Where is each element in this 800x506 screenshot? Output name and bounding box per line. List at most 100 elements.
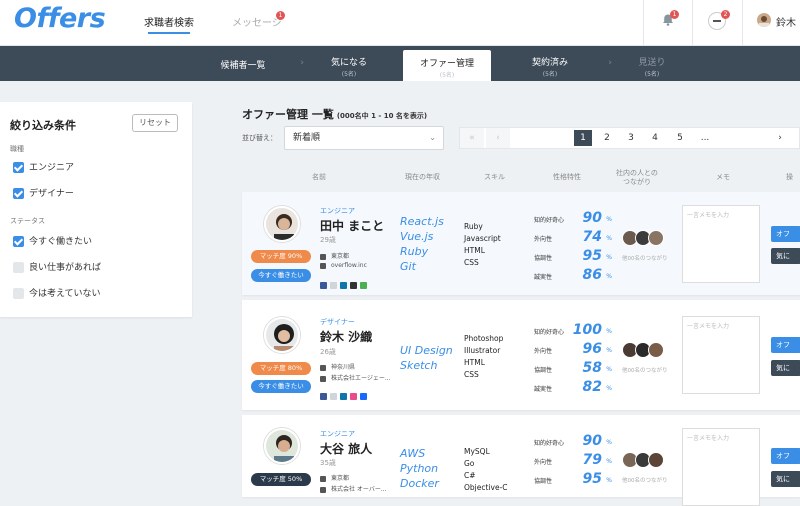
tab-label: 見送り — [638, 58, 666, 68]
skill: MySQL — [464, 447, 490, 456]
skill: CSS — [464, 258, 479, 267]
trait-label: 誠実性 — [534, 386, 553, 393]
twitter-icon[interactable] — [330, 393, 337, 400]
prev-page-icon[interactable]: ‹ — [486, 128, 510, 148]
page-button[interactable]: 2 — [597, 128, 617, 148]
linkedin-icon[interactable] — [340, 282, 347, 289]
candidate-name[interactable]: 鈴木 沙織 — [320, 328, 372, 345]
offer-button[interactable]: オフ — [771, 226, 800, 242]
percent-sign: % — [606, 477, 612, 484]
title-text: オファー管理 一覧 — [242, 108, 334, 121]
candidate-name[interactable]: 田中 まこと — [320, 217, 384, 234]
interested-button[interactable]: 気に — [771, 248, 800, 264]
trait-value: 96 — [582, 341, 602, 357]
dribbble-icon[interactable] — [350, 393, 357, 400]
tab-offer-management[interactable]: オファー管理 (5名) — [403, 50, 491, 81]
candidate-avatar — [264, 317, 300, 353]
offer-button[interactable]: オフ — [771, 448, 800, 464]
tab-declined[interactable]: 見送り (5名) — [604, 46, 700, 81]
match-badge: マッチ度 80% — [251, 362, 311, 375]
checkbox-checked[interactable] — [13, 162, 24, 173]
offer-button[interactable]: オフ — [771, 337, 800, 353]
facebook-icon[interactable] — [320, 393, 327, 400]
facebook-icon[interactable] — [320, 282, 327, 289]
candidate-name[interactable]: 大谷 旅人 — [320, 440, 372, 457]
percent-sign: % — [606, 385, 612, 392]
page-button[interactable]: 5 — [670, 128, 690, 148]
col-skill: スキル — [484, 173, 505, 181]
tab-count: (5名) — [439, 72, 455, 79]
trait-label: 外向性 — [534, 348, 553, 355]
skill: Python — [400, 462, 439, 475]
behance-icon[interactable] — [360, 393, 367, 400]
main-skills: UI Design Sketch — [400, 343, 453, 373]
interested-button[interactable]: 気に — [771, 471, 800, 487]
nav-messages[interactable]: メッセージ — [232, 14, 282, 29]
logo[interactable]: Offers — [14, 3, 106, 34]
chevron-down-icon: ⌄ — [429, 133, 436, 142]
nav-search-label: 求職者検索 — [144, 18, 194, 29]
page-button-current[interactable]: 1 — [574, 130, 592, 146]
nav-candidate-search[interactable]: 求職者検索 — [144, 14, 194, 34]
percent-sign: % — [606, 273, 612, 280]
candidate-location: 東京都 — [320, 473, 349, 482]
col-trait: 性格特性 — [553, 173, 581, 181]
sort-select[interactable]: 新着順 ⌄ — [284, 126, 444, 150]
candidate-location: 東京都 — [320, 251, 349, 260]
candidate-card[interactable]: マッチ度 50% エンジニア 大谷 旅人 35歳 東京都 株式会社 オーバー..… — [242, 415, 800, 506]
building-icon — [320, 486, 326, 493]
tab-candidates[interactable]: 候補者一覧 › — [190, 46, 304, 81]
location-text: 東京都 — [331, 253, 350, 260]
trait-row: 誠実性 86% — [534, 267, 612, 285]
checkbox-label: 今は考えていない — [29, 289, 101, 299]
candidate-location: 神奈川県 — [320, 362, 355, 371]
tab-contracted[interactable]: 契約済み (5名) › — [496, 46, 612, 81]
company-badge: 2 — [721, 10, 730, 19]
main-skills: React.js Vue.js Ruby Git — [400, 214, 444, 274]
twitter-icon[interactable] — [330, 282, 337, 289]
trait-value: 74 — [582, 229, 602, 245]
checkbox-checked[interactable] — [13, 236, 24, 247]
interested-button[interactable]: 気に — [771, 360, 800, 376]
memo-textarea[interactable]: 一言メモを入力 — [682, 205, 760, 283]
page-button[interactable]: 3 — [621, 128, 641, 148]
memo-textarea[interactable]: 一言メモを入力 — [682, 316, 760, 394]
checkbox-checked[interactable] — [13, 188, 24, 199]
friend-avatar — [648, 452, 664, 468]
tab-count: (5名) — [542, 71, 558, 78]
candidate-card[interactable]: マッチ度 80% 今すぐ働きたい デザイナー 鈴木 沙織 26歳 神奈川県 株式… — [242, 300, 800, 410]
next-page-icon[interactable]: › — [770, 128, 790, 148]
col-annual-income: 現在の年収 — [405, 173, 440, 181]
sub-skills: MySQL Go C# Objective-C — [464, 446, 508, 494]
location-pin-icon — [320, 364, 326, 371]
checkbox-unchecked[interactable] — [13, 288, 24, 299]
user-name[interactable]: 鈴木 — [776, 14, 796, 29]
trait-row: 誠実性 82% — [534, 379, 612, 397]
tab-interested[interactable]: 気になる (5名) › — [296, 46, 410, 81]
linkedin-icon[interactable] — [340, 393, 347, 400]
divider — [692, 0, 693, 46]
page-button[interactable]: 4 — [645, 128, 665, 148]
memo-textarea[interactable]: 一言メモを入力 — [682, 428, 760, 506]
percent-sign: % — [606, 216, 612, 223]
candidate-card[interactable]: マッチ度 90% 今すぐ働きたい エンジニア 田中 まこと 29歳 東京都 ov… — [242, 192, 800, 295]
page-ellipsis: ... — [700, 133, 710, 143]
col-friends: 社内の人との つながり — [616, 169, 658, 186]
reset-button[interactable]: リセット — [132, 114, 178, 132]
github-icon[interactable] — [350, 282, 357, 289]
trait-value: 79 — [582, 452, 602, 468]
trait-value: 95 — [582, 471, 602, 487]
trait-value: 95 — [582, 248, 602, 264]
job-tag: エンジニア — [320, 430, 355, 438]
qiita-icon[interactable] — [360, 282, 367, 289]
first-page-icon[interactable]: « — [460, 128, 484, 148]
trait-label: 協調性 — [534, 255, 553, 262]
user-avatar[interactable] — [757, 13, 771, 27]
trait-row: 協調性 95% — [534, 471, 612, 489]
match-badge: マッチ度 50% — [251, 473, 311, 486]
trait-row: 知的好奇心 90% — [534, 433, 612, 451]
trait-label: 外向性 — [534, 459, 553, 466]
job-heading: 職種 — [10, 145, 24, 153]
building-icon — [320, 375, 326, 382]
checkbox-unchecked[interactable] — [13, 262, 24, 273]
